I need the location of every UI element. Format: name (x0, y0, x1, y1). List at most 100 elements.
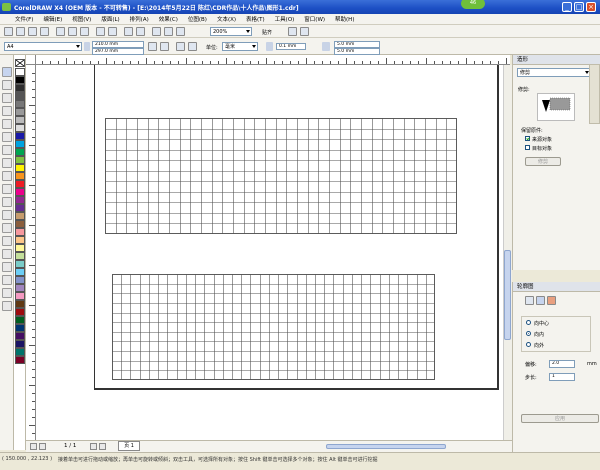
options-icon[interactable] (288, 27, 297, 36)
menu-tools[interactable]: 工具(O) (270, 15, 300, 23)
menu-effects[interactable]: 效果(C) (154, 15, 183, 23)
shaping-mode-select[interactable]: 修剪 (517, 68, 591, 77)
menu-view[interactable]: 视图(V) (67, 15, 96, 23)
import-icon[interactable] (124, 27, 133, 36)
color-swatch[interactable] (15, 84, 25, 92)
text-tool-icon[interactable] (2, 197, 12, 207)
color-swatch[interactable] (15, 236, 25, 244)
polygon-tool-icon[interactable] (2, 171, 12, 181)
color-swatch[interactable] (15, 252, 25, 260)
close-button[interactable]: × (586, 2, 596, 12)
layout-icon[interactable] (300, 27, 309, 36)
vertical-scroll-thumb[interactable] (504, 250, 511, 340)
table-tool-icon[interactable] (2, 210, 12, 220)
menu-window[interactable]: 窗口(W) (299, 15, 330, 23)
grid-object-2[interactable] (112, 274, 435, 380)
source-object-checkbox[interactable] (525, 136, 530, 141)
landscape-icon[interactable] (160, 42, 169, 51)
prev-page-button[interactable] (39, 443, 46, 450)
paste-icon[interactable] (80, 27, 89, 36)
menu-bitmaps[interactable]: 位图(B) (183, 15, 212, 23)
app-launcher-icon[interactable] (152, 27, 161, 36)
snap-to-label[interactable]: 贴齐 (262, 29, 272, 36)
contour-apply-button[interactable]: 应用 (521, 414, 599, 423)
menu-layout[interactable]: 版面(L) (96, 15, 124, 23)
radio-to-center[interactable] (526, 320, 531, 325)
color-swatch[interactable] (15, 204, 25, 212)
color-swatch[interactable] (15, 196, 25, 204)
docker-side-tab[interactable] (589, 64, 600, 124)
welcome-icon[interactable] (164, 27, 173, 36)
radio-outside[interactable] (526, 342, 531, 347)
color-swatch[interactable] (15, 148, 25, 156)
redo-icon[interactable] (108, 27, 117, 36)
color-swatch[interactable] (15, 316, 25, 324)
portrait-icon[interactable] (148, 42, 157, 51)
color-swatch[interactable] (15, 308, 25, 316)
fill-tool-icon[interactable] (2, 288, 12, 298)
color-swatch[interactable] (15, 180, 25, 188)
trim-apply-button[interactable]: 修剪 (525, 157, 561, 166)
steps-field[interactable]: 1 (549, 373, 575, 381)
color-swatch[interactable] (15, 132, 25, 140)
first-page-button[interactable] (30, 443, 37, 450)
zoom-tool-icon[interactable] (2, 106, 12, 116)
color-swatch[interactable] (15, 348, 25, 356)
color-swatch[interactable] (15, 260, 25, 268)
color-swatch[interactable] (15, 188, 25, 196)
shape-tool-icon[interactable] (2, 80, 12, 90)
menu-file[interactable]: 文件(F) (10, 15, 38, 23)
basic-shapes-tool-icon[interactable] (2, 184, 12, 194)
ellipse-tool-icon[interactable] (2, 158, 12, 168)
menu-arrange[interactable]: 排列(A) (125, 15, 154, 23)
zoom-level-select[interactable]: 200% (210, 27, 252, 36)
offset-field[interactable]: 2.0 (549, 360, 575, 368)
nudge-distance-field[interactable]: 0.1 mm (276, 43, 306, 50)
eyedropper-tool-icon[interactable] (2, 262, 12, 272)
rectangle-tool-icon[interactable] (2, 145, 12, 155)
paper-type-select[interactable]: A4 (4, 42, 82, 51)
contour-steps-icon[interactable] (525, 296, 534, 305)
units-select[interactable]: 毫米 (222, 42, 258, 51)
color-swatch[interactable] (15, 116, 25, 124)
all-pages-icon[interactable] (176, 42, 185, 51)
menu-help[interactable]: 帮助(H) (330, 15, 359, 23)
duplicate-x-field[interactable]: 5.0 mm (334, 41, 380, 48)
color-swatch[interactable] (15, 92, 25, 100)
horizontal-scroll-thumb[interactable] (326, 444, 446, 449)
corel-online-icon[interactable] (176, 27, 185, 36)
duplicate-y-field[interactable]: 5.0 mm (334, 48, 380, 55)
color-swatch[interactable] (15, 324, 25, 332)
print-icon[interactable] (40, 27, 49, 36)
menu-edit[interactable]: 编辑(E) (38, 15, 67, 23)
color-swatch[interactable] (15, 300, 25, 308)
color-swatch[interactable] (15, 276, 25, 284)
color-swatch[interactable] (15, 340, 25, 348)
last-page-button[interactable] (99, 443, 106, 450)
color-swatch[interactable] (15, 356, 25, 364)
color-swatch[interactable] (15, 100, 25, 108)
current-page-icon[interactable] (188, 42, 197, 51)
maximize-button[interactable]: □ (574, 2, 584, 12)
export-icon[interactable] (136, 27, 145, 36)
color-swatch[interactable] (15, 108, 25, 116)
connector-tool-icon[interactable] (2, 236, 12, 246)
undo-icon[interactable] (96, 27, 105, 36)
smart-fill-tool-icon[interactable] (2, 132, 12, 142)
color-swatch[interactable] (15, 332, 25, 340)
horizontal-ruler[interactable] (26, 55, 510, 65)
menu-text[interactable]: 文本(X) (212, 15, 241, 23)
color-swatch[interactable] (15, 172, 25, 180)
save-icon[interactable] (28, 27, 37, 36)
new-icon[interactable] (4, 27, 13, 36)
color-swatch[interactable] (15, 284, 25, 292)
minimize-button[interactable]: _ (562, 2, 572, 12)
open-icon[interactable] (16, 27, 25, 36)
color-swatch[interactable] (15, 228, 25, 236)
radio-inside[interactable] (526, 331, 531, 336)
vertical-ruler[interactable] (26, 65, 36, 440)
cut-icon[interactable] (56, 27, 65, 36)
freehand-tool-icon[interactable] (2, 119, 12, 129)
dimension-tool-icon[interactable] (2, 223, 12, 233)
interactive-blend-tool-icon[interactable] (2, 249, 12, 259)
